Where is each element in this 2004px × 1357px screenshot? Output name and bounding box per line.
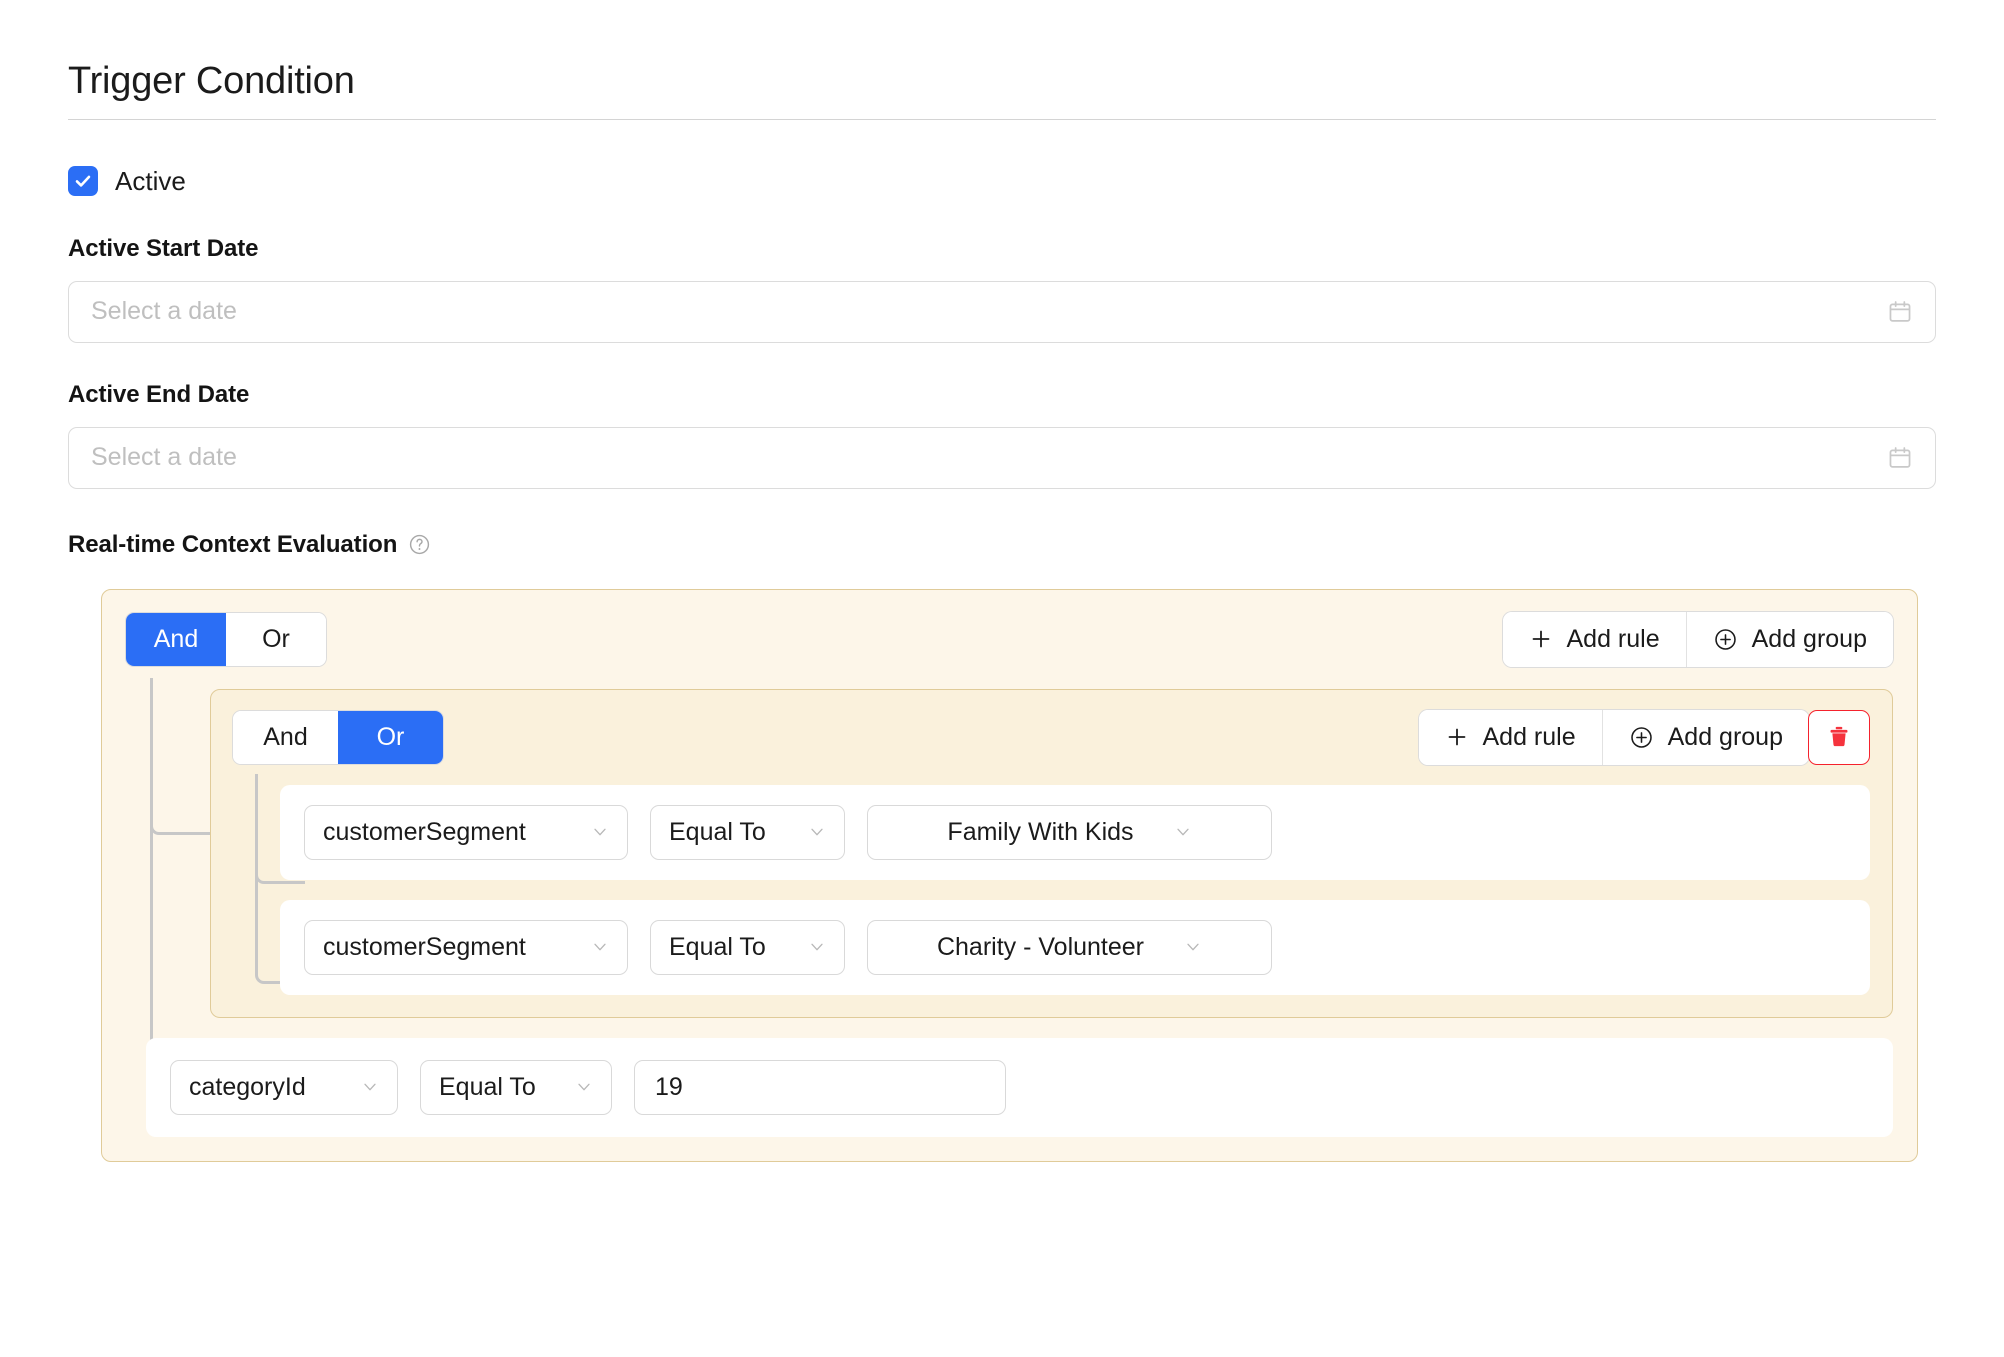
chevron-down-icon [1187, 943, 1199, 951]
rule-row: categoryId Equal To [146, 1037, 1893, 1137]
rule-value-input[interactable] [634, 1059, 1006, 1115]
rule-value-select[interactable]: Family With Kids [867, 804, 1272, 860]
inner-add-rule-button[interactable]: Add rule [1418, 709, 1602, 765]
outer-group-header: And Or Add rule Add group [126, 611, 1893, 667]
check-icon [75, 175, 91, 187]
outer-group-combinator: And Or [126, 612, 326, 666]
active-checkbox-label: Active [115, 165, 186, 196]
inner-add-group-label: Add group [1667, 722, 1783, 751]
rule-operator-select[interactable]: Equal To [650, 919, 845, 975]
active-checkbox-row: Active [68, 166, 1936, 197]
rule-field-select[interactable]: categoryId [170, 1059, 398, 1115]
title-divider [68, 118, 1936, 120]
outer-combinator-and[interactable]: And [126, 612, 226, 666]
rule-value-text: Family With Kids [947, 817, 1134, 846]
rule-row: customerSegment Equal To Family With Kid… [280, 784, 1870, 880]
rule-field-value: customerSegment [323, 817, 526, 846]
outer-combinator-or[interactable]: Or [226, 612, 326, 666]
active-start-date-label: Active Start Date [68, 234, 259, 262]
rule-value-text: Charity - Volunteer [936, 932, 1145, 961]
plus-circle-icon [1630, 726, 1652, 748]
rule-row: customerSegment Equal To Charity - Volun… [280, 899, 1870, 995]
inner-add-rule-label: Add rule [1482, 722, 1576, 751]
active-end-date-label: Active End Date [68, 380, 250, 408]
plus-icon [1532, 630, 1549, 648]
page-title: Trigger Condition [68, 60, 355, 102]
rule-operator-value: Equal To [439, 1072, 536, 1101]
chevron-down-icon [1176, 828, 1189, 836]
outer-group-actions: Add rule Add group [1502, 611, 1893, 667]
chevron-down-icon [364, 1083, 376, 1091]
calendar-icon [1889, 300, 1911, 322]
rule-field-value: customerSegment [323, 932, 526, 961]
question-circle-icon[interactable] [408, 533, 431, 556]
active-start-date-placeholder: Select a date [91, 297, 237, 325]
inner-group-delete-button[interactable] [1808, 709, 1870, 765]
active-start-date-input[interactable]: Select a date [68, 280, 1936, 343]
inner-group-combinator: And Or [233, 710, 443, 764]
calendar-icon [1889, 446, 1911, 468]
outer-add-rule-button[interactable]: Add rule [1502, 611, 1686, 667]
realtime-context-evaluation-text: Real-time Context Evaluation [68, 530, 398, 558]
chevron-down-icon [594, 828, 606, 836]
plus-circle-icon [1714, 628, 1736, 650]
inner-group-button-group: Add rule Add group [1418, 709, 1809, 765]
outer-add-group-label: Add group [1751, 624, 1867, 653]
rule-operator-select[interactable]: Equal To [650, 804, 845, 860]
chevron-down-icon [811, 828, 823, 836]
active-end-date-placeholder: Select a date [91, 443, 237, 471]
outer-group-button-group: Add rule Add group [1502, 611, 1893, 667]
inner-group-actions: Add rule Add group [1418, 709, 1870, 765]
rule-field-select[interactable]: customerSegment [304, 804, 628, 860]
inner-add-group-button[interactable]: Add group [1601, 709, 1809, 765]
tree-branch-to-subgroup [150, 677, 213, 835]
inner-combinator-or[interactable]: Or [338, 710, 443, 764]
rule-builder-outer-group: And Or Add rule Add group And Or Add rul… [101, 588, 1918, 1162]
trash-icon [1830, 726, 1848, 747]
active-end-date-input[interactable]: Select a date [68, 426, 1936, 489]
rule-value-select[interactable]: Charity - Volunteer [867, 919, 1272, 975]
rule-field-select[interactable]: customerSegment [304, 919, 628, 975]
inner-group-header: And Or Add rule Add group [233, 709, 1870, 765]
outer-add-rule-label: Add rule [1566, 624, 1660, 653]
chevron-down-icon [578, 1083, 590, 1091]
rule-field-value: categoryId [189, 1072, 306, 1101]
rule-operator-value: Equal To [669, 932, 766, 961]
trigger-condition-page: Trigger Condition Active Active Start Da… [0, 0, 2004, 1357]
active-checkbox[interactable] [68, 166, 98, 196]
rule-operator-value: Equal To [669, 817, 766, 846]
inner-combinator-and[interactable]: And [233, 710, 338, 764]
rule-operator-select[interactable]: Equal To [420, 1059, 612, 1115]
outer-add-group-button[interactable]: Add group [1685, 611, 1893, 667]
rule-builder-inner-group: And Or Add rule Add group customerSegmen… [210, 688, 1893, 1018]
plus-icon [1448, 728, 1465, 746]
chevron-down-icon [811, 943, 823, 951]
chevron-down-icon [594, 943, 606, 951]
realtime-context-evaluation-label: Real-time Context Evaluation [68, 531, 1936, 559]
